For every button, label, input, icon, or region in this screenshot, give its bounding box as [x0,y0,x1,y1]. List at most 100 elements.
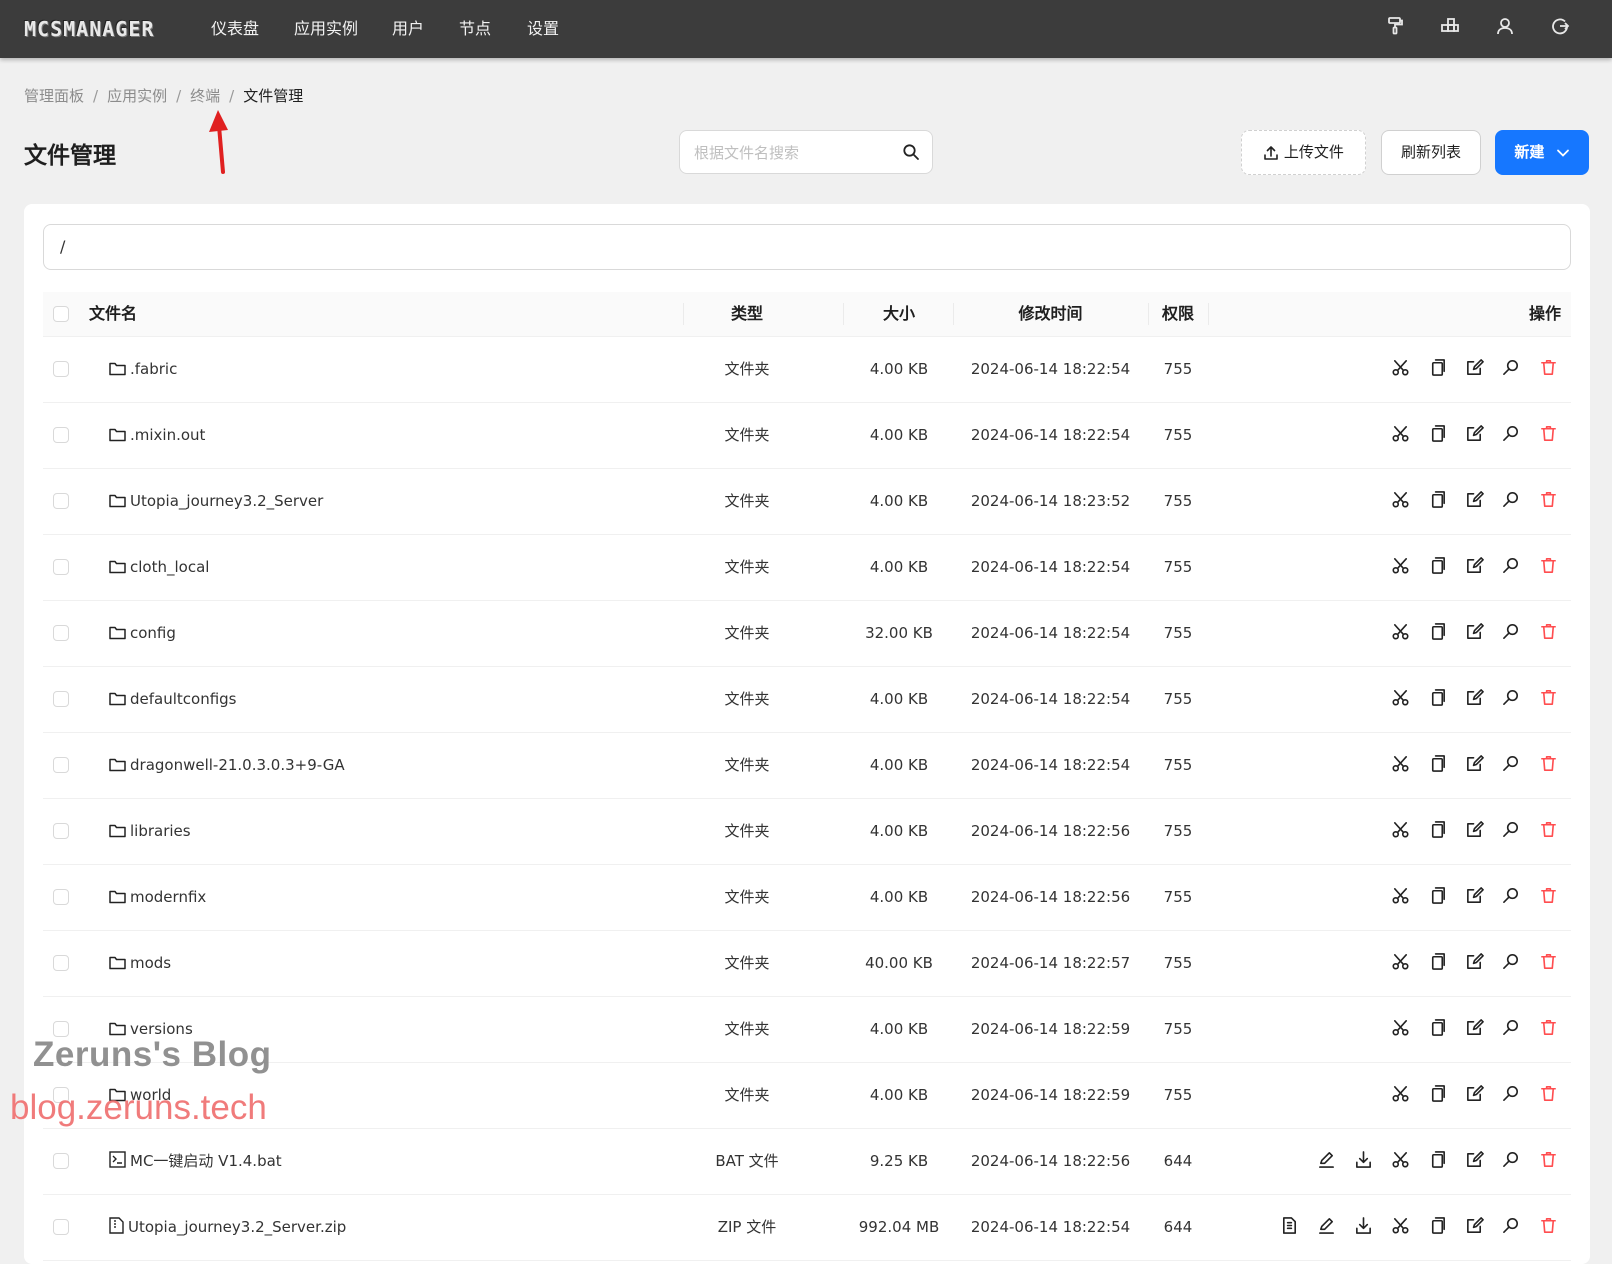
unzip-icon[interactable] [1280,1216,1302,1238]
file-name-cell[interactable]: Utopia_journey3.2_Server.zip [109,1195,346,1260]
copy-icon[interactable] [1428,886,1450,908]
cut-icon[interactable] [1391,886,1413,908]
edit-icon[interactable] [1465,1018,1487,1040]
table-row[interactable]: .mixin.out 文件夹 4.00 KB 2024-06-14 18:22:54 7… [43,403,1571,469]
table-row[interactable]: libraries 文件夹 4.00 KB 2024-06-14 18:22:56 75… [43,799,1571,865]
delete-icon[interactable] [1539,688,1561,710]
table-row[interactable]: dragonwell-21.0.3.0.3+9-GA 文件夹 4.00 KB 2024… [43,733,1571,799]
row-checkbox[interactable] [53,361,69,377]
file-name-cell[interactable]: libraries [109,799,191,864]
copy-icon[interactable] [1428,424,1450,446]
search-icon[interactable] [1502,358,1524,380]
header-type[interactable]: 类型 [683,292,811,336]
refresh-list-button[interactable]: 刷新列表 [1381,130,1481,175]
cut-icon[interactable] [1391,556,1413,578]
file-name[interactable]: dragonwell-21.0.3.0.3+9-GA [130,756,345,774]
delete-icon[interactable] [1539,424,1561,446]
user-icon[interactable] [1495,16,1519,40]
search-icon[interactable] [1502,490,1524,512]
row-checkbox[interactable] [53,559,69,575]
header-time[interactable]: 修改时间 [953,292,1148,336]
copy-icon[interactable] [1428,358,1450,380]
download-icon[interactable] [1354,1216,1376,1238]
edit-icon[interactable] [1465,424,1487,446]
cut-icon[interactable] [1391,358,1413,380]
table-row[interactable]: cloth_local 文件夹 4.00 KB 2024-06-14 18:22:54… [43,535,1571,601]
app-logo[interactable]: MCSMANAGER [24,14,154,44]
edit-icon[interactable] [1465,1084,1487,1106]
cut-icon[interactable] [1391,424,1413,446]
file-name-cell[interactable]: dragonwell-21.0.3.0.3+9-GA [109,733,345,798]
row-checkbox[interactable] [53,1219,69,1235]
table-row[interactable]: modernfix 文件夹 4.00 KB 2024-06-14 18:22:56 75… [43,865,1571,931]
delete-icon[interactable] [1539,754,1561,776]
search-icon[interactable] [1502,688,1524,710]
copy-icon[interactable] [1428,556,1450,578]
copy-icon[interactable] [1428,952,1450,974]
copy-icon[interactable] [1428,820,1450,842]
cut-icon[interactable] [1391,1216,1413,1238]
file-name[interactable]: Utopia_journey3.2_Server [130,492,323,510]
cut-icon[interactable] [1391,688,1413,710]
nav-settings[interactable]: 设置 [527,13,559,45]
row-checkbox[interactable] [53,691,69,707]
table-row[interactable]: Utopia_journey3.2_Server 文件夹 4.00 KB 2024-0… [43,469,1571,535]
edit-icon[interactable] [1465,952,1487,974]
row-checkbox[interactable] [53,757,69,773]
file-name-cell[interactable]: cloth_local [109,535,209,600]
row-checkbox[interactable] [53,955,69,971]
file-name-cell[interactable]: .fabric [109,337,177,402]
delete-icon[interactable] [1539,358,1561,380]
cut-icon[interactable] [1391,820,1413,842]
breadcrumb-instances[interactable]: 应用实例 [107,84,167,108]
delete-icon[interactable] [1539,1018,1561,1040]
row-checkbox[interactable] [53,823,69,839]
search-icon[interactable] [1502,1084,1524,1106]
search-icon[interactable] [1502,1216,1524,1238]
table-row[interactable]: .fabric 文件夹 4.00 KB 2024-06-14 18:22:54 755 [43,337,1571,403]
file-name-cell[interactable]: modernfix [109,865,206,930]
breadcrumb-terminal[interactable]: 终端 [190,84,220,108]
table-row[interactable]: defaultconfigs 文件夹 4.00 KB 2024-06-14 18:22… [43,667,1571,733]
file-name-cell[interactable]: Utopia_journey3.2_Server [109,469,323,534]
delete-icon[interactable] [1539,556,1561,578]
row-checkbox[interactable] [53,625,69,641]
copy-icon[interactable] [1428,1018,1450,1040]
search-input[interactable] [692,131,896,175]
search-icon[interactable] [902,143,920,161]
nav-nodes[interactable]: 节点 [459,13,491,45]
row-checkbox[interactable] [53,427,69,443]
edit-icon[interactable] [1465,688,1487,710]
paint-roller-icon[interactable] [1385,16,1409,40]
search-icon[interactable] [1502,622,1524,644]
search-icon[interactable] [1502,424,1524,446]
delete-icon[interactable] [1539,1216,1561,1238]
edit-icon[interactable] [1465,820,1487,842]
file-name[interactable]: libraries [130,822,191,840]
edit-icon[interactable] [1465,490,1487,512]
file-name-cell[interactable]: defaultconfigs [109,667,237,732]
file-name-cell[interactable]: MC一键启动 V1.4.bat [109,1129,282,1194]
copy-icon[interactable] [1428,622,1450,644]
rename-icon[interactable] [1317,1216,1339,1238]
search-icon[interactable] [1502,1150,1524,1172]
logout-icon[interactable] [1550,16,1574,40]
breadcrumb-dashboard[interactable]: 管理面板 [24,84,84,108]
file-name[interactable]: modernfix [130,888,206,906]
table-row[interactable]: MC一键启动 V1.4.bat BAT 文件 9.25 KB 2024-06-14 1… [43,1129,1571,1195]
cut-icon[interactable] [1391,754,1413,776]
file-name-cell[interactable]: config [109,601,176,666]
file-name[interactable]: MC一键启动 V1.4.bat [130,1152,282,1170]
delete-icon[interactable] [1539,952,1561,974]
copy-icon[interactable] [1428,754,1450,776]
nav-users[interactable]: 用户 [392,13,424,45]
search-icon[interactable] [1502,754,1524,776]
row-checkbox[interactable] [53,1153,69,1169]
file-name[interactable]: .fabric [130,360,177,378]
cut-icon[interactable] [1391,1084,1413,1106]
edit-icon[interactable] [1465,556,1487,578]
copy-icon[interactable] [1428,1216,1450,1238]
file-name[interactable]: cloth_local [130,558,209,576]
delete-icon[interactable] [1539,820,1561,842]
table-row[interactable]: config 文件夹 32.00 KB 2024-06-14 18:22:54 755 [43,601,1571,667]
